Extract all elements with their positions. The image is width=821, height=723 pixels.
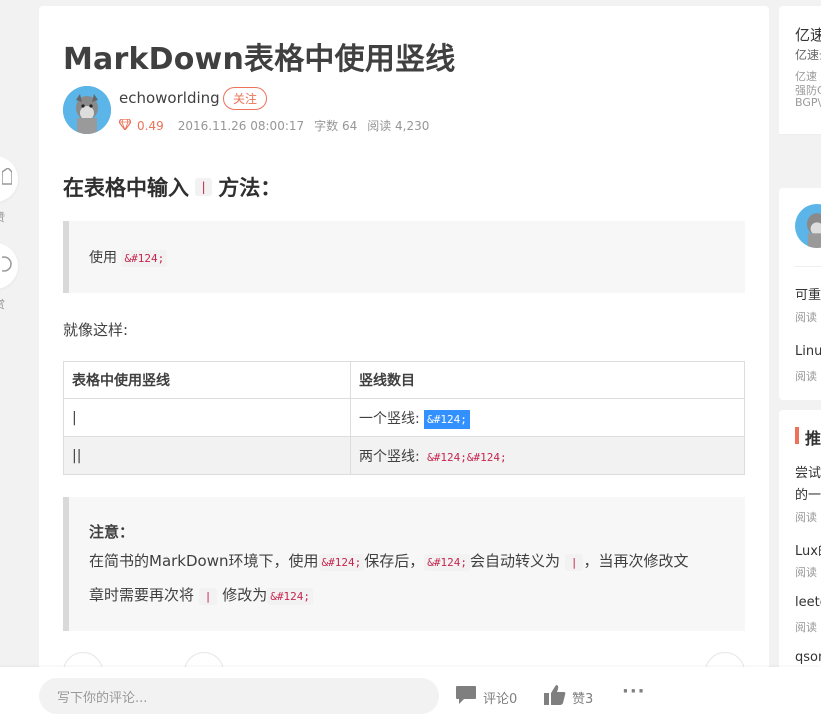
read-count: 阅读 4,230: [367, 119, 430, 133]
avatar-image-icon: [63, 86, 111, 134]
table-cell: 两个竖线: &#124;&#124;: [350, 436, 745, 475]
heading-text-pre: 在表格中输入: [63, 176, 189, 200]
sidebar-divider: [795, 266, 821, 267]
recommend-read: 阅读: [795, 511, 817, 524]
diamond-value: 0.49: [137, 118, 164, 133]
ad-subtitle: 亿速云: [795, 48, 821, 62]
cell-code: &#124;&#124;: [424, 448, 510, 466]
section-heading: 在表格中输入 | 方法：: [63, 172, 281, 202]
bottom-comment-bar: 写下你的评论... 评论0 赞3 ···: [0, 667, 821, 723]
table-header-row: 表格中使用竖线 竖线数目: [63, 361, 745, 399]
recommend-title[interactable]: 尝试: [795, 462, 821, 481]
comment-button[interactable]: 评论0: [455, 685, 517, 709]
note-line-1: 在简书的MarkDown环境下，使用 &#124; 保存后， &#124; 会自动转义为…: [89, 545, 725, 579]
recommend-read: 阅读: [795, 621, 817, 634]
note-text: 在简书的MarkDown环境下，使用: [89, 552, 319, 570]
note-code: &#124;: [424, 554, 471, 571]
cell-text: 两个竖线:: [359, 448, 420, 465]
recommend-title[interactable]: 的一: [795, 484, 821, 503]
table-cell: ||: [63, 436, 351, 475]
comment-input[interactable]: 写下你的评论...: [39, 678, 439, 714]
sidebar-article-title[interactable]: Linu: [795, 344, 821, 359]
recommend-title[interactable]: qson: [795, 650, 821, 665]
diamond-icon: [118, 117, 132, 133]
author-name[interactable]: echoworlding: [119, 89, 220, 107]
sidebar-article-read: 阅读: [795, 370, 817, 383]
note-code: &#124;: [318, 554, 365, 571]
note-line-2: 章时需要再次将 | 修改为 &#124;: [89, 579, 725, 613]
follow-button[interactable]: 关注: [223, 87, 267, 110]
table-header-cell: 竖线数目: [350, 361, 745, 399]
more-button[interactable]: ···: [622, 681, 646, 702]
comment-count: 评论0: [483, 691, 518, 707]
recommend-header: 推: [805, 429, 821, 448]
cell-text: 一个竖线:: [359, 410, 420, 427]
thumb-up-icon: [1, 166, 13, 191]
example-intro: 就像这样:: [63, 321, 129, 339]
note-code: |: [564, 554, 584, 571]
table-row: | 一个竖线: &#124;: [63, 398, 745, 437]
heading-code: |: [195, 178, 213, 196]
word-count: 字数 64: [314, 119, 358, 133]
like-button[interactable]: 赞3: [544, 685, 593, 709]
note-quote: 注意： 在简书的MarkDown环境下，使用 &#124; 保存后， &#124; 会自…: [63, 497, 745, 631]
note-title: 注意：: [89, 523, 135, 541]
ad-line: BGP\: [795, 96, 821, 109]
quote-code: &#124;: [121, 250, 168, 267]
recommend-title[interactable]: Lux的: [795, 540, 821, 559]
author-avatar[interactable]: [63, 86, 111, 134]
table-cell: |: [63, 398, 351, 437]
sidebar-ad-card[interactable]: 亿速 亿速云 亿速 强防C BGP\: [779, 6, 821, 176]
article-title: MarkDown表格中使用竖线: [63, 42, 456, 77]
selected-code: &#124;: [424, 409, 470, 429]
note-text: ，当再次修改文: [583, 552, 689, 570]
publish-date: 2016.11.26 08:00:17: [177, 118, 305, 133]
quote-text: 使用: [89, 250, 117, 266]
example-table: 表格中使用竖线 竖线数目 | 一个竖线: &#124; || 两个竖线: &#1…: [63, 361, 745, 475]
note-code: &#124;: [267, 588, 313, 605]
thumb-up-icon: [544, 685, 572, 709]
note-code: |: [198, 588, 218, 605]
table-row: || 两个竖线: &#124;&#124;: [63, 436, 745, 475]
recommend-title[interactable]: leetc: [795, 595, 821, 610]
ad-footer-strip: [779, 134, 821, 176]
coin-icon: [0, 255, 12, 278]
like-float-label: 赞: [0, 209, 5, 225]
table-header-cell: 表格中使用竖线: [63, 361, 351, 399]
recommend-bar-icon: [795, 427, 799, 444]
note-text: 章时需要再次将: [89, 586, 195, 604]
note-text: 保存后，: [364, 552, 425, 570]
sidebar-author-avatar[interactable]: [795, 204, 821, 248]
sidebar-recommend-card: 推 尝试 的一 阅读 Lux的 阅读 leetc 阅读 qson: [779, 410, 821, 670]
note-text: 会自动转义为: [470, 552, 561, 570]
reward-float-button[interactable]: [0, 243, 18, 289]
heading-text-post: 方法：: [218, 176, 282, 200]
sidebar-article-title[interactable]: 可重: [795, 284, 821, 303]
article-meta: 0.49 2016.11.26 08:00:17 字数 64 阅读 4,230: [118, 117, 439, 134]
table-cell: 一个竖线: &#124;: [350, 398, 745, 437]
sidebar-author-card: 可重 阅读 Linu 阅读: [779, 188, 821, 400]
like-count: 赞3: [572, 691, 594, 707]
article-card: MarkDown表格中使用竖线 echoworlding 关注 0.49 201…: [39, 6, 769, 723]
ad-title: 亿速: [795, 26, 821, 44]
like-float-button[interactable]: [0, 156, 18, 202]
sidebar-article-read: 阅读: [795, 311, 817, 324]
avatar-image-icon: [806, 213, 821, 248]
reward-float-label: 赏: [0, 296, 5, 312]
note-text: 修改为: [222, 586, 268, 604]
usage-quote: 使用 &#124;: [63, 221, 745, 293]
comment-bubble-icon: [455, 685, 483, 709]
recommend-read: 阅读: [795, 566, 817, 579]
